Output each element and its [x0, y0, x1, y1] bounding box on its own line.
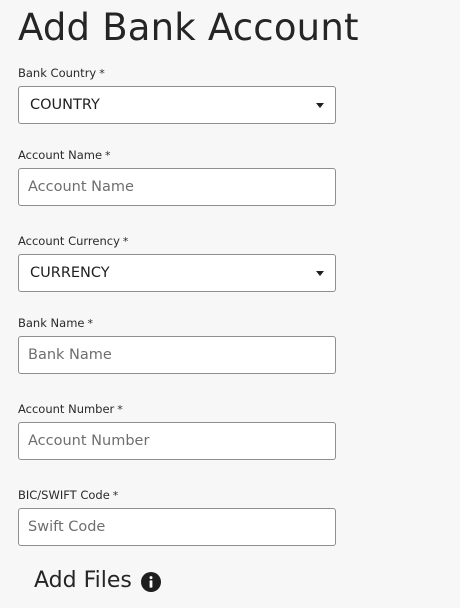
page-title: Add Bank Account — [18, 6, 359, 49]
swift-code-label: BIC/SWIFT Code * — [18, 488, 118, 502]
bank-country-label-text: Bank Country — [18, 66, 97, 80]
account-number-label: Account Number * — [18, 402, 123, 416]
required-marker: * — [122, 235, 129, 248]
account-currency-label: Account Currency * — [18, 234, 128, 248]
account-number-field — [18, 422, 336, 460]
bank-name-label: Bank Name * — [18, 316, 93, 330]
required-marker: * — [99, 67, 105, 80]
required-marker: * — [105, 149, 111, 162]
bank-name-input[interactable] — [19, 337, 335, 373]
account-name-input[interactable] — [19, 169, 335, 205]
account-number-input[interactable] — [19, 423, 335, 459]
add-files-heading: Add Files — [34, 568, 161, 593]
info-icon[interactable] — [140, 572, 161, 592]
account-currency-label-text: Account Currency — [18, 234, 120, 248]
required-marker: * — [87, 317, 93, 330]
swift-code-field — [18, 508, 336, 546]
account-number-label-text: Account Number — [18, 402, 115, 416]
add-bank-account-page: Add Bank Account Bank Country * COUNTRY A… — [0, 0, 460, 608]
bank-country-label: Bank Country * — [18, 66, 105, 80]
bank-name-field — [18, 336, 336, 374]
swift-code-label-text: BIC/SWIFT Code — [18, 488, 110, 502]
chevron-down-icon — [316, 271, 324, 276]
bank-country-value: COUNTRY — [30, 97, 100, 113]
account-name-label: Account Name * — [18, 148, 111, 162]
account-name-field — [18, 168, 336, 206]
bank-country-select[interactable]: COUNTRY — [18, 86, 336, 124]
swift-code-input[interactable] — [19, 509, 335, 545]
account-currency-value: CURRENCY — [30, 265, 110, 281]
account-name-label-text: Account Name — [18, 148, 103, 162]
bank-name-label-text: Bank Name — [18, 316, 85, 330]
chevron-down-icon — [316, 103, 324, 108]
add-files-title: Add Files — [34, 568, 132, 593]
required-marker: * — [117, 403, 123, 416]
required-marker: * — [112, 489, 119, 502]
account-currency-select[interactable]: CURRENCY — [18, 254, 336, 292]
